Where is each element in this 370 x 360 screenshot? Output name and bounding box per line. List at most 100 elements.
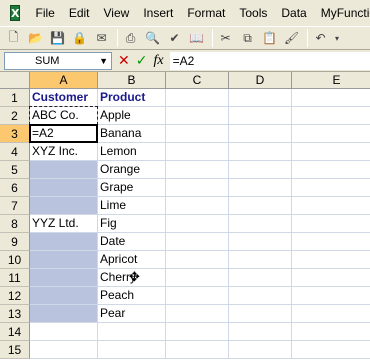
cell-d2[interactable] bbox=[229, 107, 292, 125]
cell-b2[interactable]: Apple bbox=[98, 107, 166, 125]
row-header-2[interactable]: 2 bbox=[0, 107, 30, 125]
open-icon[interactable]: 📂 bbox=[26, 29, 45, 48]
cell-b5[interactable]: Orange bbox=[98, 161, 166, 179]
cell-e1[interactable] bbox=[292, 89, 370, 107]
cell-d1[interactable] bbox=[229, 89, 292, 107]
worksheet-grid[interactable]: A B C D E 1 Customer Product 2 ABC Co. Apple 3 =A2 Ba… bbox=[0, 72, 370, 360]
cell-e2[interactable] bbox=[292, 107, 370, 125]
row-header-11[interactable]: 11 bbox=[0, 269, 30, 287]
cell-b9[interactable]: Date bbox=[98, 233, 166, 251]
permission-icon[interactable]: 🔒 bbox=[70, 29, 89, 48]
cell-d8[interactable] bbox=[229, 215, 292, 233]
cell-e3[interactable] bbox=[292, 125, 370, 143]
cell-e5[interactable] bbox=[292, 161, 370, 179]
cell-a11[interactable] bbox=[30, 269, 98, 287]
cell-e10[interactable] bbox=[292, 251, 370, 269]
name-box-dropdown-icon[interactable]: ▼ bbox=[99, 56, 108, 66]
cell-d6[interactable] bbox=[229, 179, 292, 197]
cell-a10[interactable] bbox=[30, 251, 98, 269]
cell-a3[interactable]: =A2 bbox=[30, 125, 98, 143]
cell-c1[interactable] bbox=[166, 89, 229, 107]
cell-d12[interactable] bbox=[229, 287, 292, 305]
cell-b10[interactable]: Apricot bbox=[98, 251, 166, 269]
undo-dropdown-icon[interactable]: ▾ bbox=[333, 29, 341, 48]
cell-c7[interactable] bbox=[166, 197, 229, 215]
cell-a13[interactable] bbox=[30, 305, 98, 323]
cell-b1[interactable]: Product bbox=[98, 89, 166, 107]
cell-c10[interactable] bbox=[166, 251, 229, 269]
cell-b12[interactable]: Peach bbox=[98, 287, 166, 305]
cell-c14[interactable] bbox=[166, 323, 229, 341]
cell-d14[interactable] bbox=[229, 323, 292, 341]
cell-c4[interactable] bbox=[166, 143, 229, 161]
cell-b14[interactable] bbox=[98, 323, 166, 341]
cell-b4[interactable]: Lemon bbox=[98, 143, 166, 161]
cell-d4[interactable] bbox=[229, 143, 292, 161]
row-header-10[interactable]: 10 bbox=[0, 251, 30, 269]
cell-b3[interactable]: Banana bbox=[98, 125, 166, 143]
menu-edit[interactable]: Edit bbox=[62, 3, 97, 23]
cell-c6[interactable] bbox=[166, 179, 229, 197]
formula-input[interactable]: =A2 bbox=[169, 51, 370, 70]
cell-d9[interactable] bbox=[229, 233, 292, 251]
cell-b7[interactable]: Lime bbox=[98, 197, 166, 215]
format-painter-icon[interactable]: 🖌 bbox=[282, 29, 301, 48]
column-header-b[interactable]: B bbox=[98, 72, 166, 89]
cell-e11[interactable] bbox=[292, 269, 370, 287]
cell-e15[interactable] bbox=[292, 341, 370, 359]
print-icon[interactable]: ⎙ bbox=[121, 29, 140, 48]
cell-c8[interactable] bbox=[166, 215, 229, 233]
cell-a12[interactable] bbox=[30, 287, 98, 305]
cell-a2[interactable]: ABC Co. bbox=[30, 107, 98, 125]
cell-b13[interactable]: Pear bbox=[98, 305, 166, 323]
new-icon[interactable]: 🗋 bbox=[4, 29, 23, 48]
cell-c11[interactable] bbox=[166, 269, 229, 287]
cell-e9[interactable] bbox=[292, 233, 370, 251]
excel-app-icon[interactable]: X bbox=[10, 5, 21, 21]
menu-data[interactable]: Data bbox=[274, 3, 313, 23]
insert-function-icon[interactable]: fx bbox=[153, 53, 163, 69]
column-header-c[interactable]: C bbox=[166, 72, 229, 89]
cell-d10[interactable] bbox=[229, 251, 292, 269]
row-header-3[interactable]: 3 bbox=[0, 125, 30, 143]
row-header-7[interactable]: 7 bbox=[0, 197, 30, 215]
cell-d15[interactable] bbox=[229, 341, 292, 359]
cell-e12[interactable] bbox=[292, 287, 370, 305]
cell-e6[interactable] bbox=[292, 179, 370, 197]
row-header-4[interactable]: 4 bbox=[0, 143, 30, 161]
row-header-9[interactable]: 9 bbox=[0, 233, 30, 251]
cell-a5[interactable] bbox=[30, 161, 98, 179]
cell-c13[interactable] bbox=[166, 305, 229, 323]
cell-d13[interactable] bbox=[229, 305, 292, 323]
undo-icon[interactable]: ↶ bbox=[311, 29, 330, 48]
column-header-e[interactable]: E bbox=[292, 72, 370, 89]
column-header-a[interactable]: A bbox=[30, 72, 98, 89]
cell-a4[interactable]: XYZ Inc. bbox=[30, 143, 98, 161]
row-header-1[interactable]: 1 bbox=[0, 89, 30, 107]
column-header-d[interactable]: D bbox=[229, 72, 292, 89]
cell-c2[interactable] bbox=[166, 107, 229, 125]
cancel-entry-button[interactable]: ✕ bbox=[118, 53, 130, 69]
row-header-13[interactable]: 13 bbox=[0, 305, 30, 323]
cell-c5[interactable] bbox=[166, 161, 229, 179]
cell-d3[interactable] bbox=[229, 125, 292, 143]
row-header-6[interactable]: 6 bbox=[0, 179, 30, 197]
cell-e4[interactable] bbox=[292, 143, 370, 161]
menu-insert[interactable]: Insert bbox=[136, 3, 180, 23]
cell-a9[interactable] bbox=[30, 233, 98, 251]
cell-b8[interactable]: Fig bbox=[98, 215, 166, 233]
paste-icon[interactable]: 📋 bbox=[260, 29, 279, 48]
name-box[interactable]: SUM ▼ bbox=[4, 51, 112, 70]
row-header-5[interactable]: 5 bbox=[0, 161, 30, 179]
cell-e8[interactable] bbox=[292, 215, 370, 233]
cell-e13[interactable] bbox=[292, 305, 370, 323]
row-header-14[interactable]: 14 bbox=[0, 323, 30, 341]
menu-tools[interactable]: Tools bbox=[232, 3, 274, 23]
cell-b15[interactable] bbox=[98, 341, 166, 359]
cell-c15[interactable] bbox=[166, 341, 229, 359]
cell-a14[interactable] bbox=[30, 323, 98, 341]
cell-b6[interactable]: Grape bbox=[98, 179, 166, 197]
enter-entry-button[interactable]: ✓ bbox=[136, 53, 148, 69]
row-header-8[interactable]: 8 bbox=[0, 215, 30, 233]
cell-c9[interactable] bbox=[166, 233, 229, 251]
